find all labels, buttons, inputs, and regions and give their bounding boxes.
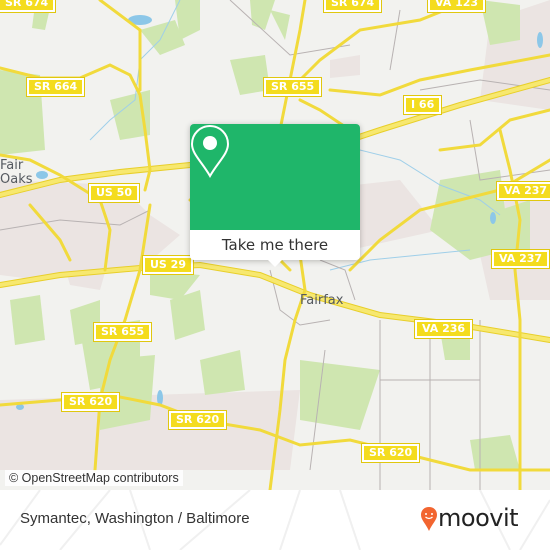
place-label-fair-oaks: Fair Oaks bbox=[0, 159, 33, 187]
road-shield-us-50: US 50 bbox=[88, 183, 140, 203]
road-shield-va-237: VA 237 bbox=[495, 181, 550, 201]
footer: Symantec, Washington / Baltimore moovit bbox=[0, 490, 550, 550]
location-title: Symantec, Washington / Baltimore bbox=[20, 510, 250, 527]
road-shield-sr-674: SR 674 bbox=[322, 0, 383, 13]
road-shield-sr-674: SR 674 bbox=[0, 0, 57, 13]
road-shield-us-29: US 29 bbox=[142, 255, 194, 275]
road-shield-sr-655: SR 655 bbox=[262, 77, 323, 97]
road-shield-sr-664: SR 664 bbox=[25, 77, 86, 97]
road-shield-sr-620: SR 620 bbox=[60, 392, 121, 412]
road-shield-i-66: I 66 bbox=[402, 95, 443, 115]
place-label-line: Oaks bbox=[0, 172, 33, 187]
map-attribution[interactable]: © OpenStreetMap contributors bbox=[5, 470, 183, 486]
moovit-pin-icon bbox=[421, 507, 437, 531]
popup-header bbox=[190, 124, 360, 230]
map[interactable]: SR 674 SR 674 VA 123 SR 664 SR 655 I 66 … bbox=[0, 0, 550, 490]
place-label-line: Fair bbox=[0, 158, 24, 173]
take-me-there-button[interactable]: Take me there bbox=[190, 230, 360, 260]
place-label-fairfax: Fairfax bbox=[300, 293, 344, 308]
road-shield-sr-620: SR 620 bbox=[360, 443, 421, 463]
moovit-wordmark: moovit bbox=[438, 504, 519, 532]
road-shield-va-237: VA 237 bbox=[490, 249, 550, 269]
road-shield-va-236: VA 236 bbox=[413, 319, 474, 339]
road-shield-sr-620: SR 620 bbox=[167, 410, 228, 430]
popup-pointer bbox=[266, 258, 284, 267]
map-pin-icon bbox=[190, 124, 230, 178]
road-shield-va-123: VA 123 bbox=[426, 0, 487, 13]
location-popup: Take me there bbox=[190, 124, 360, 267]
road-shield-sr-655: SR 655 bbox=[92, 322, 153, 342]
